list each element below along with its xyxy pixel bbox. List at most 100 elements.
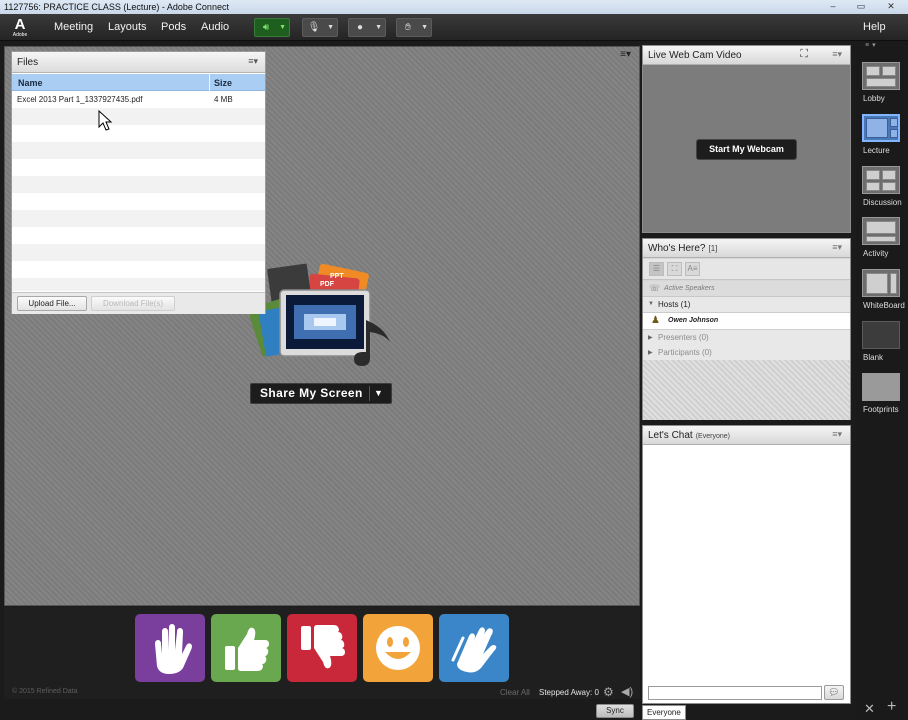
menu-layouts[interactable]: Layouts: [108, 21, 147, 33]
upload-file-button[interactable]: Upload File...: [17, 296, 87, 311]
hosts-label: Hosts (1): [658, 300, 691, 309]
files-list: Excel 2013 Part 1_1337927435.pdf 4 MB: [12, 91, 265, 291]
share-my-screen-label: Share My Screen: [260, 386, 363, 400]
files-pod-footer: Upload File... Download File(s): [12, 292, 265, 314]
menu-pods[interactable]: Pods: [161, 21, 186, 33]
volume-icon[interactable]: ◀): [621, 685, 633, 698]
applause-button[interactable]: [439, 614, 509, 682]
chat-pod: Let's Chat (Everyone) ≡▾ 💬︎: [642, 425, 851, 704]
layout-thumbnail: [862, 321, 900, 349]
share-my-screen-button[interactable]: Share My Screen ▼: [250, 383, 392, 404]
layout-lecture[interactable]: Lecture: [860, 112, 904, 162]
close-layouts-icon[interactable]: ✕: [864, 701, 875, 717]
pod-menu-icon[interactable]: ≡▾: [248, 56, 258, 67]
chat-tab-everyone[interactable]: Everyone: [642, 705, 686, 720]
expand-view-icon[interactable]: ⛶: [667, 262, 682, 276]
download-files-button[interactable]: Download File(s): [91, 296, 175, 311]
layout-label: Activity: [863, 249, 889, 258]
add-layout-icon[interactable]: +: [887, 698, 896, 716]
webcam-pod: Live Web Cam Video ⛶ ≡▾ Start My Webcam: [642, 45, 851, 233]
chat-pod-header: Let's Chat (Everyone) ≡▾: [643, 426, 850, 445]
empty-row: [12, 142, 265, 159]
participants-group[interactable]: ▶ Participants (0): [643, 345, 850, 361]
attendees-toolbar: ☰ ⛶ A≡: [643, 259, 850, 280]
mouse-cursor-icon: [98, 110, 113, 131]
pod-menu-icon[interactable]: ≡▾: [832, 242, 842, 253]
menu-audio[interactable]: Audio: [201, 21, 229, 33]
attendee-row[interactable]: ♟ Owen Johnson: [643, 313, 850, 330]
menu-meeting[interactable]: Meeting: [54, 21, 93, 33]
empty-row: [12, 244, 265, 261]
speech-bubble-icon: 💬︎: [828, 687, 840, 697]
copyright-text: © 2015 Refined Data: [12, 688, 78, 695]
layout-discussion[interactable]: Discussion: [860, 164, 904, 214]
expand-arrow-icon: ▶: [648, 350, 653, 356]
agree-button[interactable]: [211, 614, 281, 682]
layout-blank[interactable]: Blank: [860, 319, 904, 369]
list-view-icon[interactable]: ☰: [649, 262, 664, 276]
raise-hand-button[interactable]: [135, 614, 205, 682]
column-divider[interactable]: [209, 74, 210, 91]
layout-label: Blank: [863, 353, 884, 362]
menu-help[interactable]: Help: [863, 21, 886, 33]
active-speakers-label: Active Speakers: [664, 285, 715, 292]
chevron-down-icon[interactable]: ▼: [374, 384, 383, 403]
close-button[interactable]: ✕: [880, 1, 902, 12]
status-bar: [4, 607, 640, 699]
layout-label: Footprints: [863, 405, 899, 414]
layout-lobby[interactable]: Lobby: [860, 60, 904, 110]
chat-input[interactable]: [648, 686, 822, 700]
chevron-down-icon: ▼: [375, 24, 382, 31]
chat-title-text: Let's Chat: [648, 430, 693, 441]
fullscreen-icon[interactable]: ⛶: [800, 48, 808, 61]
attendees-title-text: Who's Here?: [648, 243, 706, 254]
applause-icon: [451, 627, 497, 673]
send-message-button[interactable]: 💬︎: [824, 685, 844, 700]
pod-menu-icon[interactable]: ≡▾: [832, 49, 842, 60]
disagree-button[interactable]: [287, 614, 357, 682]
speaker-icon: 🔊︎: [262, 22, 270, 33]
chat-pod-title: Let's Chat (Everyone): [648, 430, 730, 441]
hosts-group[interactable]: ▼ Hosts (1): [643, 297, 850, 313]
raise-hand-icon: [155, 624, 192, 674]
file-name: Excel 2013 Part 1_1337927435.pdf: [17, 95, 143, 104]
window-title: 1127756: PRACTICE CLASS (Lecture) - Adob…: [4, 2, 229, 12]
layouts-bar-menu-icon[interactable]: ≡▾: [865, 41, 879, 49]
file-row[interactable]: Excel 2013 Part 1_1337927435.pdf 4 MB: [12, 91, 265, 108]
layout-activity[interactable]: Activity: [860, 215, 904, 265]
attendees-pod-title: Who's Here? [1]: [648, 243, 717, 254]
chat-audience: (Everyone): [695, 433, 730, 440]
raise-hand-icon: ✋︎: [405, 22, 411, 33]
pod-menu-icon[interactable]: ≡▾: [620, 49, 631, 60]
chevron-down-icon: ▼: [327, 24, 334, 31]
sync-button[interactable]: Sync: [596, 704, 634, 718]
expand-arrow-icon: ▶: [648, 335, 653, 341]
laugh-button[interactable]: [363, 614, 433, 682]
layout-label: Lobby: [863, 94, 885, 103]
speaker-button[interactable]: 🔊︎ ▼: [254, 18, 290, 37]
pod-menu-icon[interactable]: ≡▾: [832, 429, 842, 440]
user-icon: ●: [356, 22, 364, 33]
microphone-icon: 🎙︎: [307, 22, 321, 33]
webcam-pod-title: Live Web Cam Video: [648, 50, 742, 61]
start-webcam-button[interactable]: Start My Webcam: [696, 139, 797, 160]
attendees-empty-area: [643, 360, 850, 420]
empty-row: [12, 125, 265, 142]
column-size[interactable]: Size: [214, 78, 232, 88]
webcam-toggle-button[interactable]: ● ▼: [348, 18, 386, 37]
column-name[interactable]: Name: [18, 78, 43, 88]
presenters-group[interactable]: ▶ Presenters (0): [643, 330, 850, 346]
sort-icon[interactable]: A≡: [685, 262, 700, 276]
status-button[interactable]: ✋︎ ▼: [396, 18, 432, 37]
layout-thumbnail: [862, 62, 900, 90]
clear-all-button[interactable]: Clear All: [500, 688, 530, 697]
layout-whiteboard[interactable]: WhiteBoard: [860, 267, 905, 317]
gear-icon[interactable]: ⚙: [603, 685, 614, 699]
layout-thumbnail: [862, 114, 900, 142]
share-screen-illustration: PPT PDF: [250, 263, 390, 366]
attendee-name: Owen Johnson: [668, 317, 719, 324]
layout-footprints[interactable]: Footprints: [860, 371, 904, 421]
maximize-button[interactable]: ▭: [850, 1, 872, 12]
minimize-button[interactable]: –: [822, 1, 844, 12]
microphone-button[interactable]: 🎙︎ ▼: [302, 18, 338, 37]
